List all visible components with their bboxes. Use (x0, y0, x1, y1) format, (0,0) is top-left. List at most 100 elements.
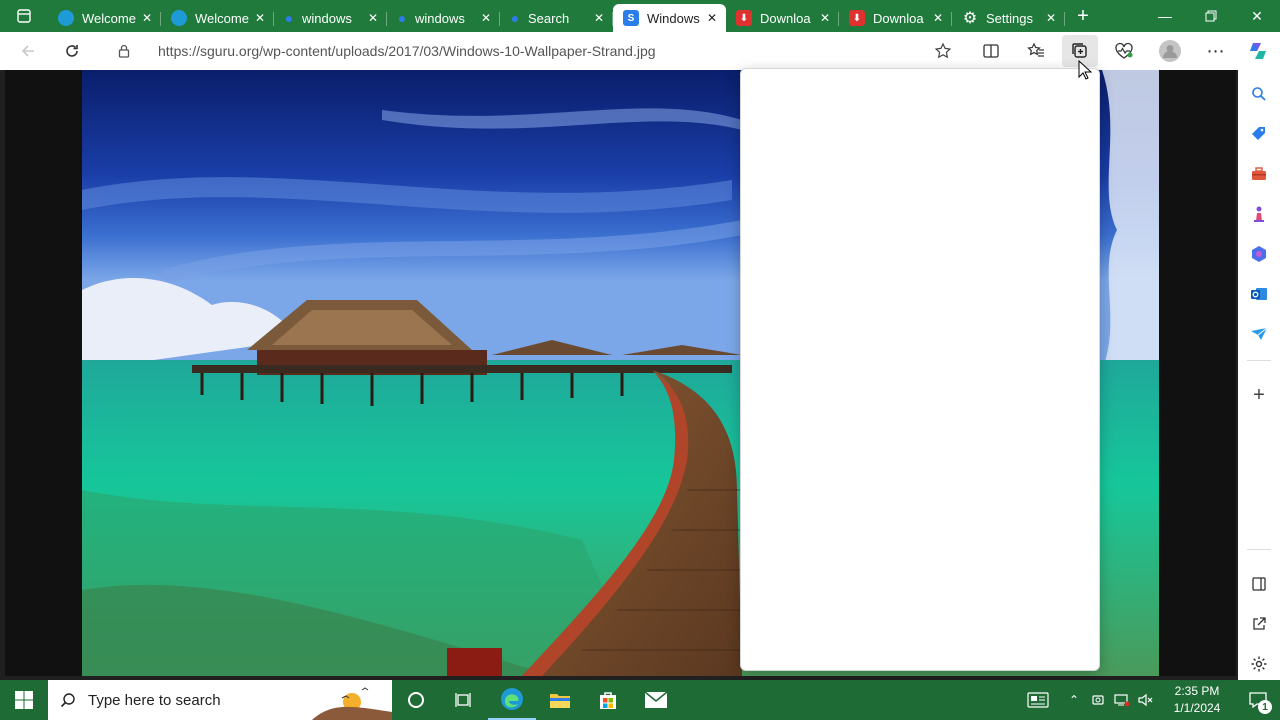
search-icon: ● (510, 10, 520, 26)
clock-time: 2:35 PM (1174, 684, 1220, 698)
close-icon: ✕ (1251, 7, 1263, 24)
sidebar-office-button[interactable] (1243, 238, 1275, 270)
show-hidden-icons-button[interactable]: ⌃ (1062, 680, 1086, 720)
minimize-icon: — (1158, 8, 1172, 24)
tab-title: windows (302, 10, 352, 26)
edge-taskbar-button[interactable] (488, 680, 536, 720)
close-tab-icon[interactable]: ✕ (365, 10, 381, 26)
network-button[interactable] (1110, 680, 1134, 720)
close-tab-icon[interactable]: ✕ (139, 10, 155, 26)
tab-title: Downloa (760, 10, 811, 26)
profile-button[interactable] (1152, 35, 1188, 67)
split-screen-button[interactable] (973, 35, 1009, 67)
notification-center-button[interactable]: 1 (1236, 680, 1280, 720)
sidebar-shopping-button[interactable] (1243, 118, 1275, 150)
gear-icon: ⚙ (962, 10, 978, 27)
search-placeholder: Type here to search (88, 691, 221, 709)
tab-6[interactable]: S Windows ✕ (613, 4, 726, 32)
sidebar-search-button[interactable] (1243, 78, 1275, 110)
refresh-button[interactable] (54, 35, 90, 67)
back-button[interactable] (10, 35, 46, 67)
close-tab-icon[interactable]: ✕ (1043, 10, 1059, 26)
tab-8[interactable]: ⬇ Downloa ✕ (839, 4, 952, 32)
mail-button[interactable] (632, 680, 680, 720)
paper-plane-icon (1251, 327, 1268, 340)
restore-button[interactable] (1188, 0, 1234, 32)
tab-5[interactable]: ● Search ✕ (500, 4, 613, 32)
url-text: https://sguru.org/wp-content/uploads/201… (158, 43, 656, 59)
sidebar-hide-button[interactable] (1243, 568, 1275, 600)
search-icon (1252, 87, 1266, 101)
copilot-icon (1250, 43, 1266, 59)
tab-3[interactable]: ● windows ✕ (274, 4, 387, 32)
file-explorer-button[interactable] (536, 680, 584, 720)
tab-actions-button[interactable] (0, 0, 48, 32)
task-view-button[interactable] (440, 680, 488, 720)
favorites-button[interactable] (1018, 35, 1054, 67)
search-icon: ● (284, 10, 294, 26)
close-tab-icon[interactable]: ✕ (930, 10, 946, 26)
tab-9[interactable]: ⚙ Settings ✕ (952, 4, 1065, 32)
more-dots-icon: ⋯ (1206, 40, 1226, 61)
chess-piece-icon (1254, 206, 1264, 222)
minimize-button[interactable]: — (1142, 0, 1188, 32)
tab-4[interactable]: ● windows ✕ (387, 4, 500, 32)
volume-button[interactable] (1134, 680, 1158, 720)
tab-title: Search (528, 10, 570, 26)
news-icon (1027, 692, 1049, 708)
tab-title: Settings (986, 10, 1033, 26)
cortana-button[interactable] (392, 680, 440, 720)
taskbar-search-box[interactable]: Type here to search (48, 680, 392, 720)
close-tab-icon[interactable]: ✕ (478, 10, 494, 26)
new-tab-button[interactable]: + (1065, 0, 1101, 32)
download-icon: ⬇ (849, 10, 865, 26)
favorite-star-icon[interactable] (934, 42, 952, 65)
tab-2[interactable]: Welcome ✕ (161, 4, 274, 32)
task-view-icon (455, 693, 471, 707)
search-icon (60, 693, 75, 708)
sidebar-tools-button[interactable] (1243, 158, 1275, 190)
close-window-button[interactable]: ✕ (1234, 0, 1280, 32)
close-tab-icon[interactable]: ✕ (704, 10, 720, 26)
sidebar-add-button[interactable]: + (1243, 379, 1275, 411)
lock-icon[interactable] (110, 44, 138, 58)
tab-1[interactable]: Welcome ✕ (48, 4, 161, 32)
search-highlight-image (312, 680, 392, 720)
split-screen-icon (983, 44, 999, 58)
sidebar-drop-button[interactable] (1243, 318, 1275, 350)
download-icon: ⬇ (736, 10, 752, 26)
network-icon (1114, 694, 1130, 707)
tab-title: Welcome (82, 10, 136, 26)
tab-title: Windows (647, 10, 700, 26)
copilot-button[interactable] (1240, 35, 1276, 67)
sidebar-external-link-button[interactable] (1243, 608, 1275, 640)
settings-and-more-button[interactable]: ⋯ (1198, 35, 1234, 67)
camera-icon (1092, 695, 1104, 705)
avatar-icon (1159, 40, 1181, 62)
sguru-icon: S (623, 10, 639, 26)
sidebar-games-button[interactable] (1243, 198, 1275, 230)
address-bar[interactable]: https://sguru.org/wp-content/uploads/201… (100, 36, 960, 66)
sidebar-toggle-icon (1252, 577, 1266, 591)
news-widget-button[interactable] (1020, 680, 1056, 720)
collections-panel[interactable] (740, 68, 1100, 671)
restore-icon (1205, 10, 1217, 22)
close-tab-icon[interactable]: ✕ (817, 10, 833, 26)
meet-now-button[interactable] (1086, 680, 1110, 720)
clock[interactable]: 2:35 PM 1/1/2024 (1158, 683, 1236, 717)
mouse-cursor-icon (1078, 60, 1092, 80)
start-button[interactable] (0, 680, 48, 720)
close-tab-icon[interactable]: ✕ (591, 10, 607, 26)
tab-title: Welcome (195, 10, 249, 26)
sidebar-settings-button[interactable] (1243, 648, 1275, 680)
browser-essentials-button[interactable] (1106, 35, 1142, 67)
tab-7[interactable]: ⬇ Downloa ✕ (726, 4, 839, 32)
edge-icon (58, 10, 74, 26)
system-tray: ⌃ 2:35 PM 1/1/2024 1 (1020, 680, 1280, 720)
cortana-circle-icon (408, 692, 424, 708)
office-icon (1252, 246, 1266, 262)
store-button[interactable] (584, 680, 632, 720)
close-tab-icon[interactable]: ✕ (252, 10, 268, 26)
sidebar-outlook-button[interactable] (1243, 278, 1275, 310)
plus-icon: + (1077, 4, 1089, 27)
